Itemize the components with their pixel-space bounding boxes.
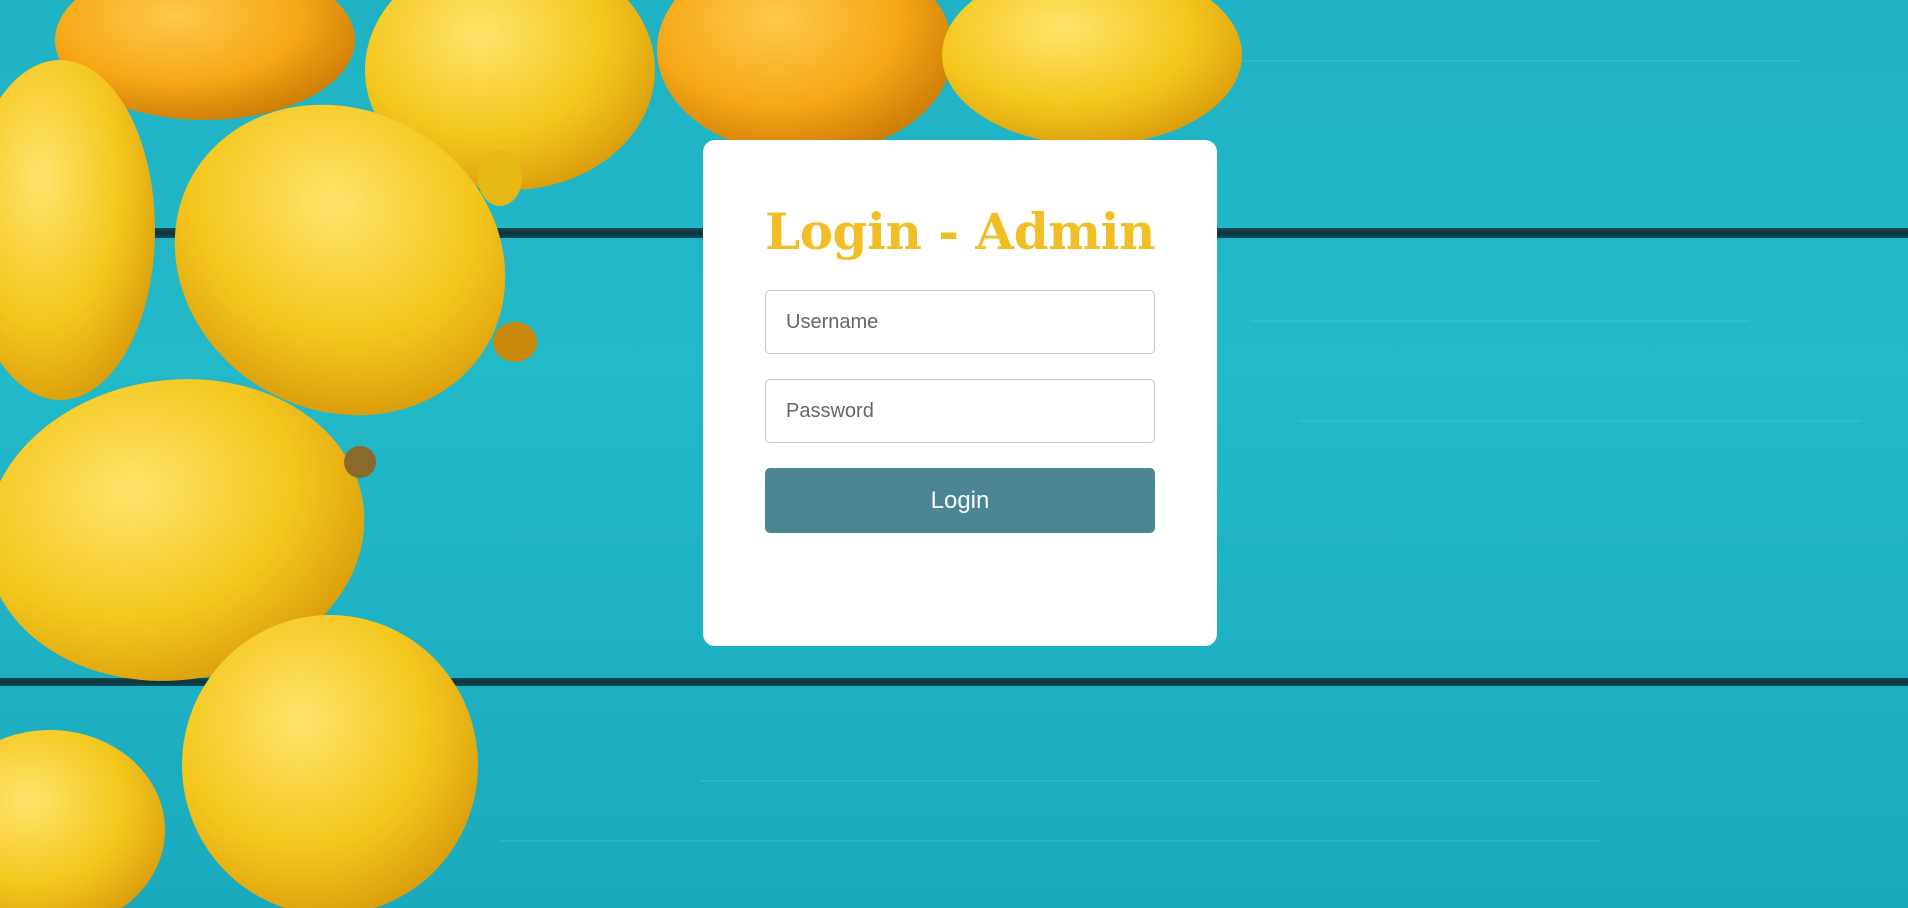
login-button[interactable]: Login [765,468,1155,533]
login-title: Login - Admin [765,202,1155,261]
lemon [493,322,537,362]
lemon [478,150,522,206]
lemon [657,0,953,155]
wood-grain [1250,320,1750,322]
login-card: Login - Admin Login [703,140,1217,646]
lemon [344,446,376,478]
wood-grain [1300,420,1860,422]
lemon [0,730,165,908]
lemon [182,615,478,908]
lemon [942,0,1242,145]
password-input[interactable] [765,379,1155,443]
username-input[interactable] [765,290,1155,354]
lemon [0,60,155,400]
